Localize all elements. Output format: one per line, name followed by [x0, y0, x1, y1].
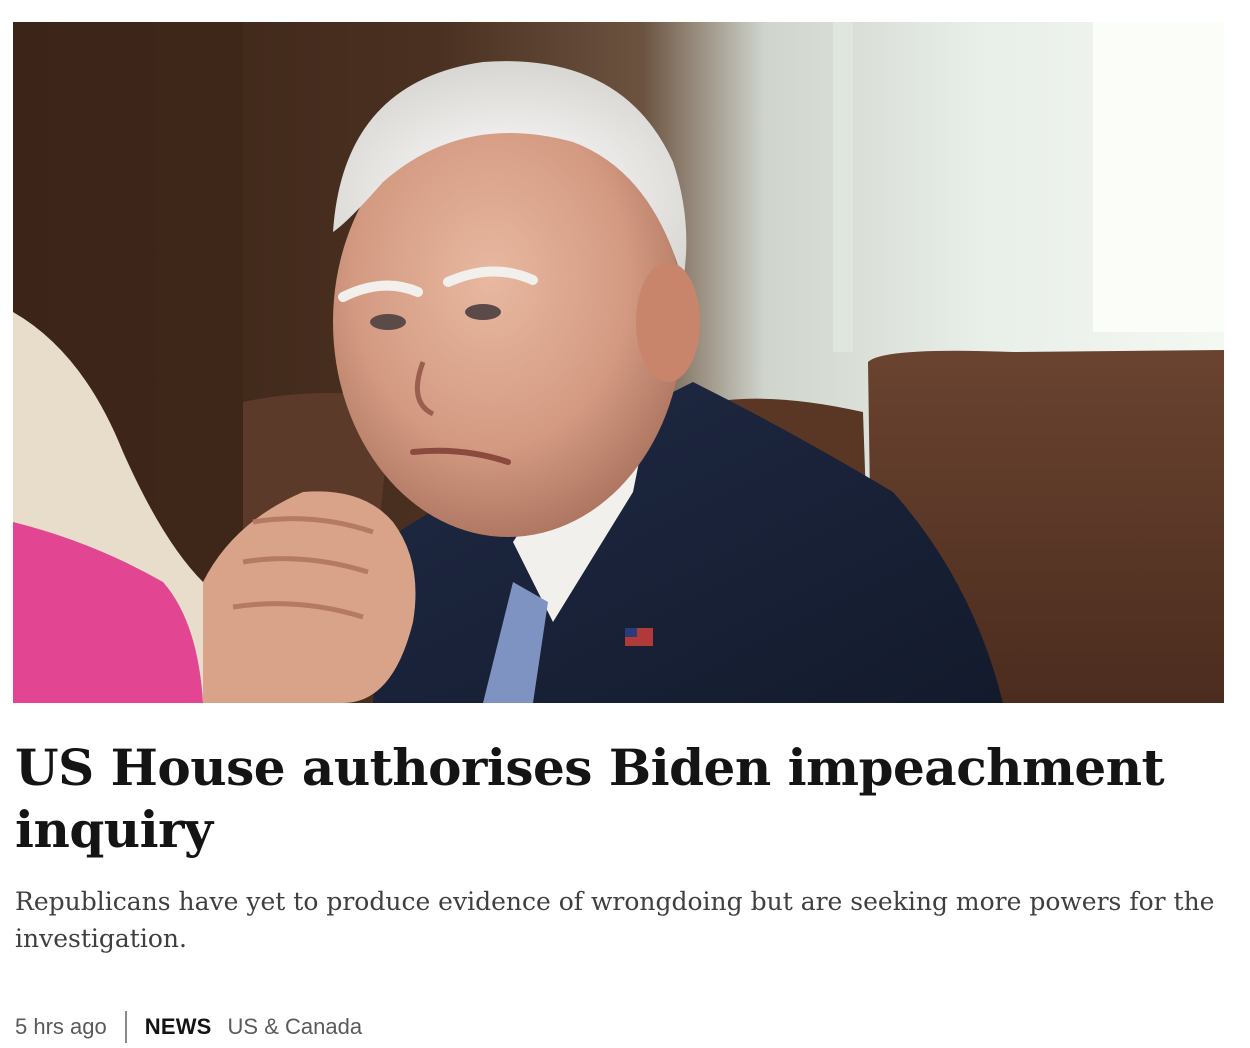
- article-timestamp: 5 hrs ago: [15, 1014, 107, 1039]
- section-link[interactable]: US & Canada: [228, 1012, 363, 1042]
- meta-divider: [124, 1011, 127, 1043]
- article-headline[interactable]: US House authorises Biden impeachment in…: [15, 737, 1195, 861]
- article-meta: 5 hrs ago NEWS US & Canada: [15, 1011, 1224, 1043]
- news-card[interactable]: US House authorises Biden impeachment in…: [13, 22, 1224, 1043]
- news-brand-label: NEWS: [144, 1014, 212, 1039]
- article-hero-image[interactable]: [13, 22, 1224, 703]
- article-summary: Republicans have yet to produce evidence…: [15, 887, 1215, 953]
